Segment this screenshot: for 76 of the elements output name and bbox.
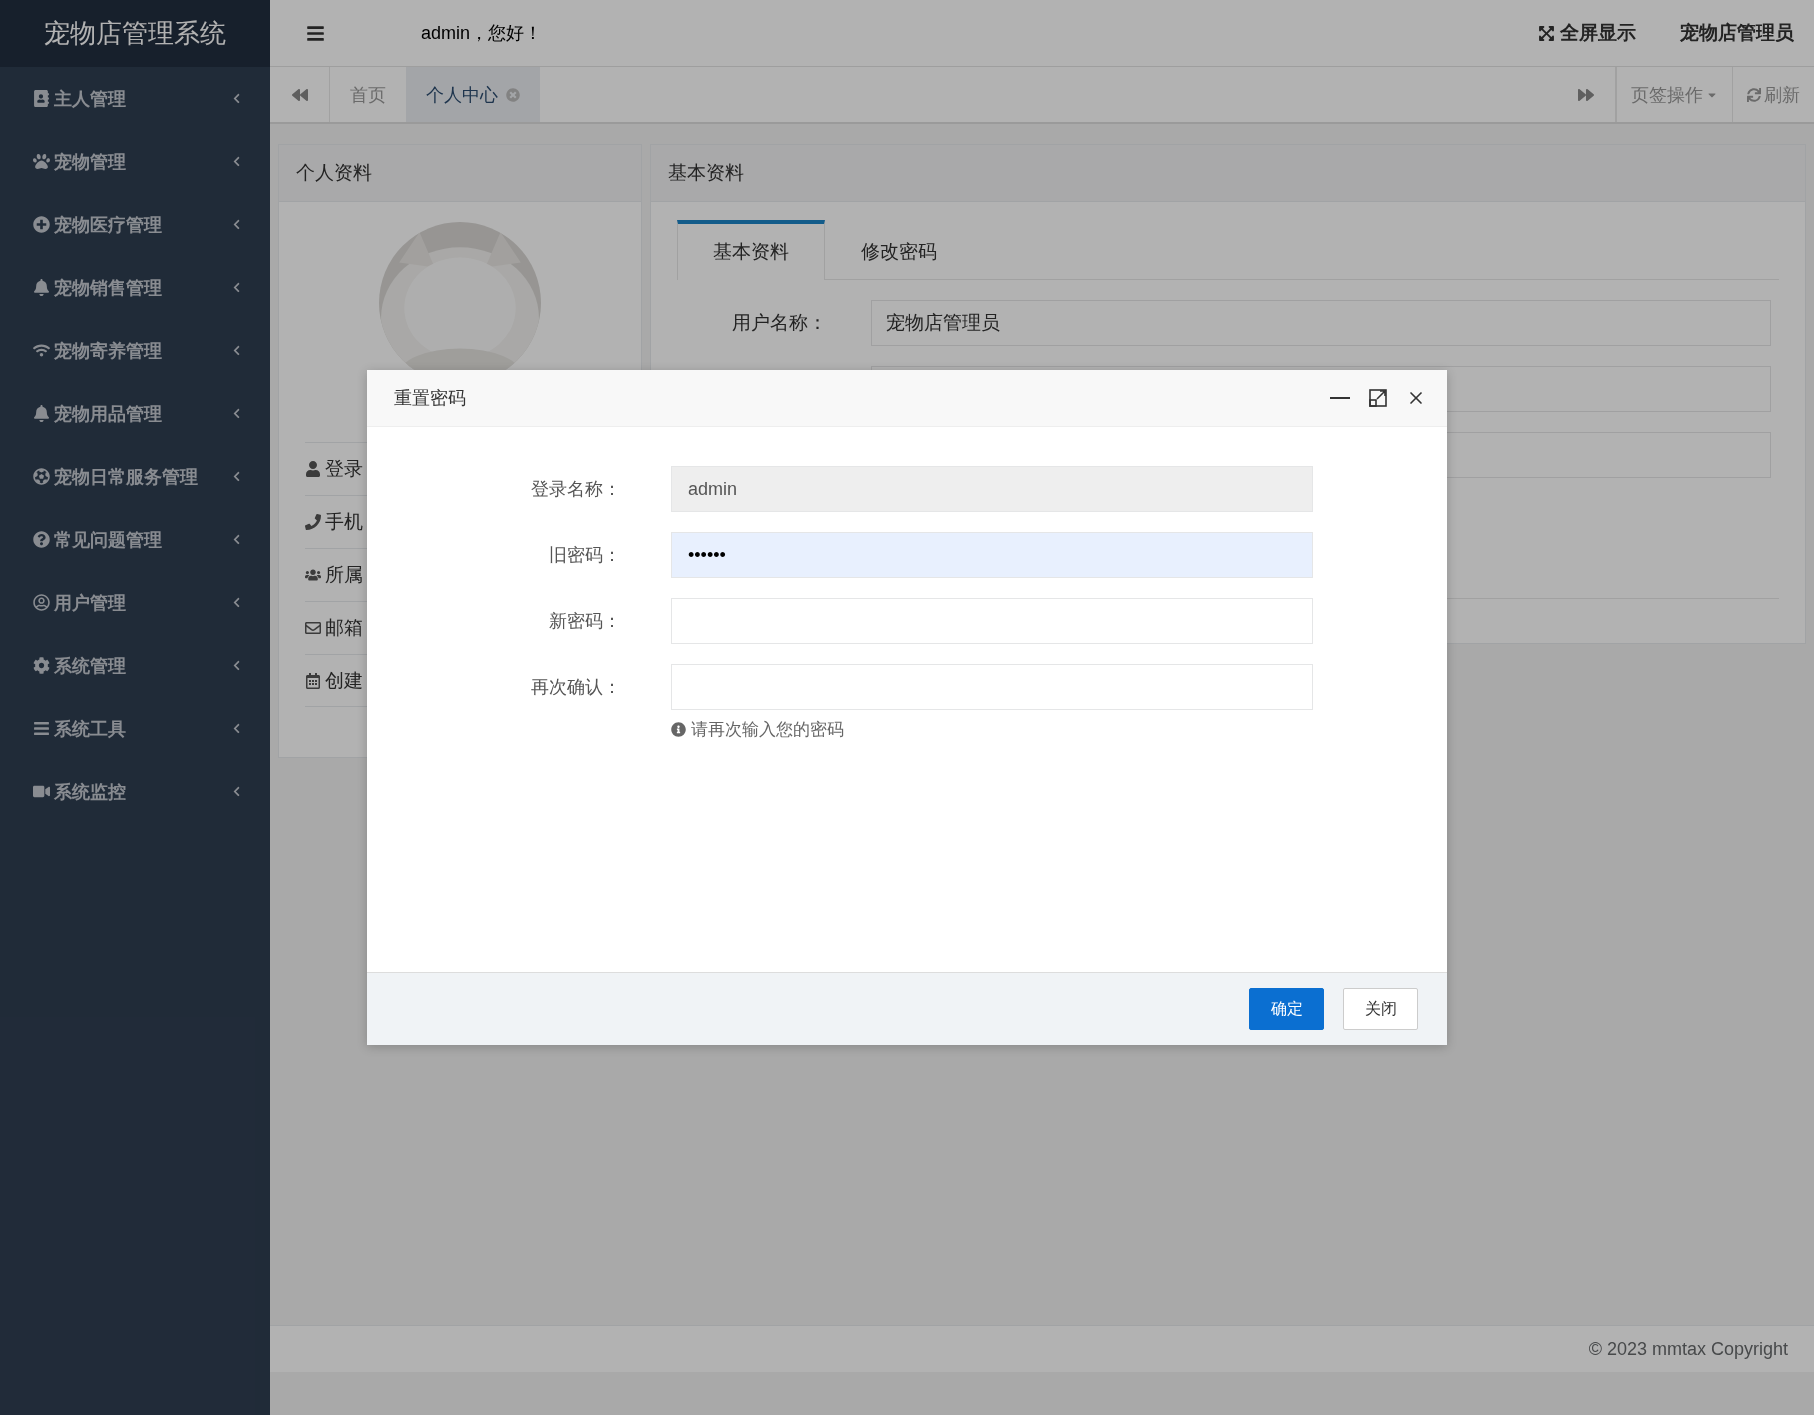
profile-field-label: 邮箱 — [325, 616, 363, 640]
hint-text: 请再次输入您的密码 — [691, 719, 844, 741]
page-tab[interactable]: 个人中心 — [406, 67, 540, 122]
bell-icon — [33, 405, 50, 422]
chevron-icon — [231, 597, 242, 608]
help-icon — [33, 531, 50, 548]
panel-title: 个人资料 — [279, 145, 641, 202]
info-icon — [671, 722, 686, 737]
sidebar-item[interactable]: 宠物寄养管理 — [0, 319, 270, 382]
sidebar-item[interactable]: 宠物用品管理 — [0, 382, 270, 445]
sidebar-item[interactable]: 用户管理 — [0, 571, 270, 634]
profile-field-label: 所属 — [325, 563, 363, 587]
phone-icon — [305, 514, 321, 530]
field-label: 再次确认： — [530, 676, 621, 699]
refresh-icon — [1747, 87, 1761, 102]
chevron-icon — [231, 345, 242, 356]
greeting-text: admin，您好！ — [421, 22, 544, 45]
dialog-title: 重置密码 — [394, 387, 467, 410]
field-label: 旧密码： — [548, 544, 621, 567]
contact-card-icon — [33, 90, 50, 107]
chevron-icon — [231, 786, 242, 797]
close-dialog-button[interactable]: 关闭 — [1343, 988, 1418, 1030]
sidebar-item[interactable]: 宠物医疗管理 — [0, 193, 270, 256]
settings-icon — [33, 657, 50, 674]
panel-title: 基本资料 — [651, 145, 1805, 202]
video-camera-icon — [33, 783, 50, 800]
chevron-icon — [231, 93, 242, 104]
wifi-icon — [33, 342, 50, 359]
sidebar-item[interactable]: 系统监控 — [0, 760, 270, 823]
chevron-icon — [231, 219, 242, 230]
app-title: 宠物店管理系统 — [0, 0, 270, 67]
user-menu[interactable]: 宠物店管理员 — [1680, 20, 1794, 46]
profile-field-label: 创建 — [325, 668, 363, 693]
fullscreen-icon — [1538, 24, 1555, 42]
input-field[interactable]: •••••• — [671, 532, 1313, 578]
chevron-icon — [231, 471, 242, 482]
chevron-icon — [231, 156, 242, 167]
copyright-text: © 2023 mmtax Copyright — [1588, 1338, 1788, 1360]
profile-field-label: 手机 — [325, 510, 363, 534]
fast-forward-icon — [1577, 86, 1594, 103]
confirm-button[interactable]: 确定 — [1249, 988, 1324, 1030]
chevron-icon — [231, 534, 242, 545]
input-field[interactable] — [671, 664, 1313, 710]
form-tab[interactable]: 修改密码 — [825, 220, 973, 280]
field-label: 新密码： — [548, 610, 621, 633]
paw-icon — [33, 153, 50, 170]
sidebar-item[interactable]: 系统工具 — [0, 697, 270, 760]
sidebar-item[interactable]: 宠物管理 — [0, 130, 270, 193]
field-label: 用户名称： — [731, 311, 827, 335]
users-icon — [305, 567, 321, 583]
profile-field-label: 登录 — [325, 457, 363, 481]
user-icon — [305, 461, 321, 477]
input-field[interactable]: 宠物店管理员 — [871, 300, 1771, 346]
form-tab[interactable]: 基本资料 — [677, 220, 825, 280]
maximize-button[interactable] — [1367, 387, 1389, 409]
sidebar-item[interactable]: 宠物日常服务管理 — [0, 445, 270, 508]
bell-icon — [33, 279, 50, 296]
chevron-icon — [231, 282, 242, 293]
sidebar-item[interactable]: 常见问题管理 — [0, 508, 270, 571]
chevron-icon — [231, 660, 242, 671]
calendar-icon — [305, 672, 321, 689]
sidebar-item[interactable]: 宠物销售管理 — [0, 256, 270, 319]
maximize-icon — [1368, 388, 1388, 408]
chevron-icon — [231, 408, 242, 419]
sidebar-item[interactable]: 主人管理 — [0, 67, 270, 130]
field-label: 登录名称： — [530, 478, 621, 501]
menu-icon[interactable] — [306, 23, 325, 43]
close-icon[interactable] — [506, 87, 520, 102]
envelope-icon — [305, 620, 321, 636]
chevron-icon — [231, 723, 242, 734]
sidebar-item[interactable]: 系统管理 — [0, 634, 270, 697]
input-field[interactable] — [671, 598, 1313, 644]
rewind-icon — [291, 86, 308, 103]
fullscreen-link[interactable]: 全屏显示 — [1538, 20, 1636, 46]
menu-icon — [33, 720, 50, 737]
minimize-icon — [1330, 397, 1350, 399]
